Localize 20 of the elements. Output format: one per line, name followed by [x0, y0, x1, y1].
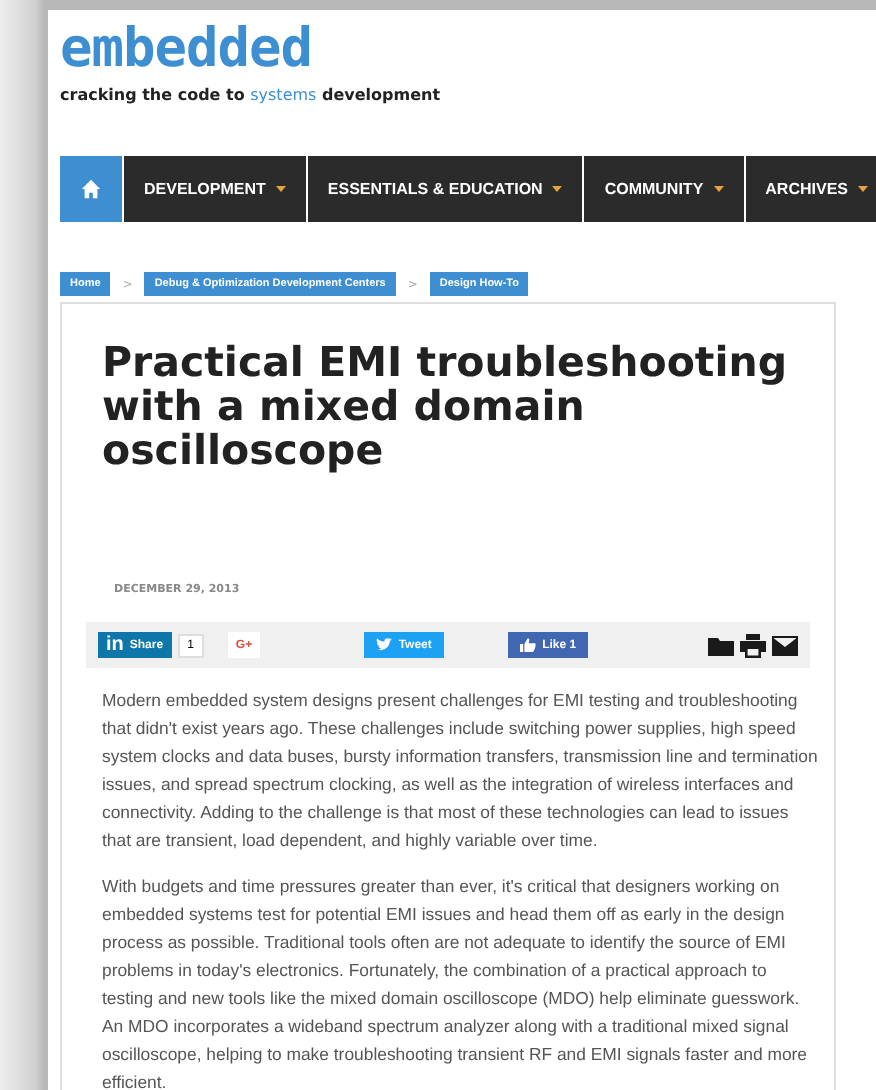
mail-icon[interactable] — [772, 635, 798, 655]
nav-menu-item[interactable]: ESSENTIALS & EDUCATION — [307, 156, 583, 222]
bird-icon — [376, 638, 393, 652]
article-paragraph: With budgets and time pressures greater than ever, it's critical that designers working on embedded systems test for potential EMI issues and head them off as early in the design process as possible. Traditional tools often are not adequate to identify the source of EMI problems in today's electronics. Fortunately, the combination of a practical approach to testing and new tools like the mixed domain oscilloscope (MDO) help eliminate guesswork. An MDO incorporates a wideband spectrum analyzer along with a traditional mixed signal oscilloscope, helping to make troubleshooting transient RF and EMI signals faster and more efficient. — [102, 874, 810, 1090]
home-button[interactable] — [60, 156, 122, 222]
caret-icon — [858, 186, 868, 192]
folder-icon[interactable] — [708, 635, 734, 655]
nav-menu-item[interactable]: COMMUNITY — [584, 156, 744, 222]
article-paragraph: Modern embedded system designs present challenges for EMI testing and troubleshooting that didn't exist years ago. These challenges include switching power supplies, high speed system clocks and data buses, bursty information transfers, transmission line and termination issues, and spread spectrum clocking, as well as the integration of wireless interfaces and connectivity. Adding to the challenge is that most of these technologies can lead to issues that are transient, load dependent, and highly variable over time. — [102, 688, 820, 854]
site-logo[interactable]: embedded — [60, 22, 313, 78]
caret-icon — [552, 186, 563, 192]
caret-icon — [713, 186, 724, 192]
article-title: Practical EMI troubleshooting with a mixed domain oscilloscope — [102, 340, 790, 472]
nav-menu-item[interactable]: ARCHIVES — [745, 156, 876, 222]
site-tagline: cracking the code to systems development — [60, 86, 441, 104]
house-icon — [80, 178, 102, 200]
thumbs-up-icon — [520, 638, 537, 652]
print-icon[interactable] — [740, 633, 766, 657]
nav-menu-item[interactable]: DEVELOPMENT — [124, 156, 306, 222]
caret-icon — [275, 186, 286, 192]
